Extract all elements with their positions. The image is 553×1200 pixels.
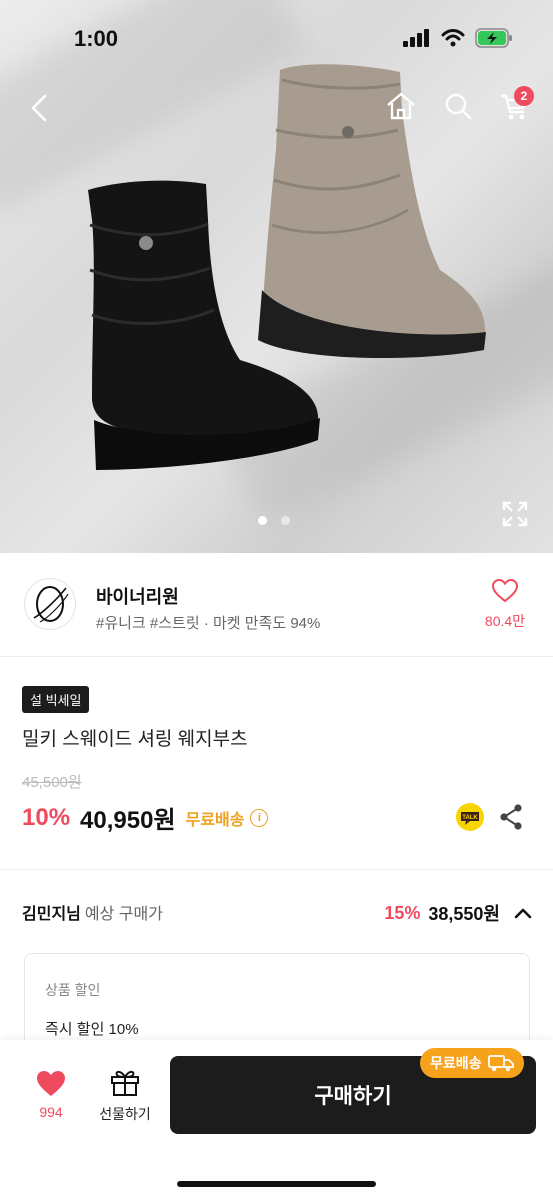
chevron-up-icon[interactable] (514, 907, 532, 919)
back-arrow-icon (31, 94, 47, 122)
shop-info[interactable]: 바이너리원 #유니크 #스트릿 · 마켓 만족도 94% 80.4만 (0, 553, 553, 657)
share-button[interactable] (498, 803, 524, 831)
shop-like-button[interactable]: 80.4만 (477, 578, 533, 631)
free-shipping-label: 무료배송 (185, 811, 245, 829)
wish-count: 994 (39, 1104, 63, 1120)
svg-text:TALK: TALK (462, 815, 478, 821)
boots-photo (88, 64, 486, 470)
price-line: 10% 40,950원 무료배송 i (22, 800, 269, 835)
user-name: 김민지님 (22, 906, 81, 923)
detail-line: 즉시 할인 10% (45, 1021, 139, 1038)
section-divider (0, 869, 553, 870)
expected-price-value: 15% 38,550원 (384, 900, 532, 926)
shop-name[interactable]: 바이너리원 (96, 583, 179, 609)
free-shipping-pill-label: 무료배송 (430, 1055, 482, 1071)
shop-logo[interactable] (24, 578, 76, 630)
shop-logo-icon (33, 586, 69, 623)
status-bar: 1:00 (0, 0, 553, 80)
kakao-talk-icon: TALK (456, 803, 484, 831)
cart-button[interactable]: 2 (492, 84, 536, 128)
heart-filled-icon (37, 1071, 65, 1096)
gift-button[interactable]: 선물하기 (90, 1068, 160, 1124)
original-price: 45,500원 (22, 774, 82, 791)
home-icon (387, 92, 415, 120)
gallery-dot[interactable] (281, 516, 290, 525)
heart-outline-icon (491, 578, 519, 603)
product-title: 밀키 스웨이드 셔링 웨지부츠 (22, 729, 248, 750)
sale-badge: 설 빅세일 (22, 686, 90, 713)
expand-button[interactable] (500, 499, 530, 529)
back-button[interactable] (18, 86, 62, 130)
battery-charging-icon (475, 28, 512, 48)
kakao-talk-button[interactable]: TALK (455, 802, 485, 832)
info-icon[interactable]: i (250, 808, 269, 827)
detail-heading: 상품 할인 (45, 982, 101, 998)
expected-price-label: 예상 구매가 (84, 906, 163, 923)
wish-button[interactable]: 994 (28, 1070, 74, 1120)
gallery-dot-active[interactable] (258, 516, 267, 525)
status-icons (403, 28, 513, 48)
free-shipping-pill: 무료배송 (420, 1048, 524, 1078)
gallery-indicator (258, 516, 290, 525)
wifi-icon (441, 29, 465, 47)
status-time: 1:00 (74, 26, 119, 51)
home-button[interactable] (379, 84, 423, 128)
search-button[interactable] (436, 84, 480, 128)
expected-price-row[interactable]: 김민지님 예상 구매가 15% 38,550원 (22, 900, 532, 928)
signal-icon (403, 29, 429, 47)
search-icon (445, 93, 472, 120)
cart-badge: 2 (514, 86, 534, 106)
product-image[interactable]: 1:00 2 (0, 0, 553, 553)
shop-like-count: 80.4만 (484, 613, 526, 629)
expected-price: 38,550원 (428, 904, 500, 924)
truck-icon (487, 1055, 514, 1072)
share-icon (500, 804, 522, 830)
bottom-action-bar: 994 선물하기 구매하기 무료배송 (0, 1040, 553, 1200)
home-indicator (177, 1181, 376, 1187)
gift-icon (111, 1070, 139, 1096)
gift-label: 선물하기 (99, 1106, 151, 1122)
discount-rate: 10% (22, 803, 71, 831)
shop-tags: #유니크 #스트릿 · 마켓 만족도 94% (96, 615, 321, 632)
sale-price: 40,950원 (80, 807, 176, 834)
expand-icon (502, 501, 528, 527)
expected-discount: 15% (384, 902, 421, 923)
